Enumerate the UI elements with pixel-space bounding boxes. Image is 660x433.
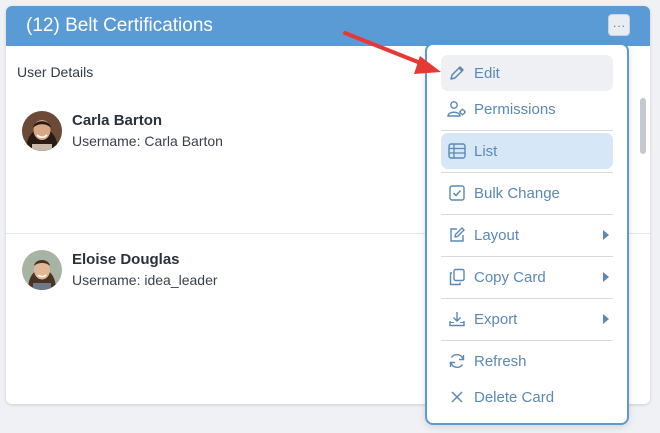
- menu-divider: [441, 298, 613, 299]
- menu-item-label: Refresh: [474, 352, 527, 370]
- menu-item-layout[interactable]: Layout: [441, 217, 613, 253]
- card-header: (12) Belt Certifications ···: [6, 6, 650, 46]
- card-title: (12) Belt Certifications: [26, 15, 213, 36]
- menu-divider: [441, 214, 613, 215]
- menu-divider: [441, 130, 613, 131]
- avatar: [22, 111, 62, 151]
- menu-item-label: Permissions: [474, 100, 556, 118]
- copy-icon: [447, 267, 467, 287]
- user-gear-icon: [447, 99, 467, 119]
- table-icon: [447, 141, 467, 161]
- caret-right-icon: [603, 314, 609, 324]
- caret-right-icon: [603, 272, 609, 282]
- menu-item-label: Bulk Change: [474, 184, 560, 202]
- user-name: Carla Barton: [72, 112, 163, 129]
- menu-item-label: Copy Card: [474, 268, 546, 286]
- menu-item-label: Delete Card: [474, 388, 555, 406]
- menu-item-label: List: [474, 142, 498, 160]
- menu-item-label: Export: [474, 310, 518, 328]
- menu-divider: [441, 340, 613, 341]
- menu-item-edit[interactable]: Edit: [441, 55, 613, 91]
- page: (12) Belt Certifications ··· User Detail…: [0, 0, 660, 433]
- menu-item-bulk-change[interactable]: Bulk Change: [441, 175, 613, 211]
- user-username: Username: Carla Barton: [72, 133, 223, 149]
- menu-item-copy-card[interactable]: Copy Card: [441, 259, 613, 295]
- card-more-button[interactable]: ···: [608, 14, 630, 36]
- section-label: User Details: [17, 64, 94, 80]
- close-icon: [447, 387, 467, 407]
- card-options-menu: Edit Permissions List Bulk Change Layout…: [425, 43, 629, 425]
- menu-item-list[interactable]: List: [441, 133, 613, 169]
- user-username: Username: idea_leader: [72, 272, 218, 288]
- menu-item-refresh[interactable]: Refresh: [441, 343, 613, 379]
- caret-right-icon: [603, 230, 609, 240]
- scrollbar[interactable]: [640, 98, 646, 154]
- menu-divider: [441, 172, 613, 173]
- menu-divider: [441, 256, 613, 257]
- menu-item-delete-card[interactable]: Delete Card: [441, 379, 613, 415]
- download-tray-icon: [447, 309, 467, 329]
- menu-item-export[interactable]: Export: [441, 301, 613, 337]
- menu-item-label: Layout: [474, 226, 520, 244]
- menu-item-permissions[interactable]: Permissions: [441, 91, 613, 127]
- more-icon: ···: [612, 17, 626, 33]
- user-name: Eloise Douglas: [72, 251, 180, 268]
- pencil-icon: [447, 63, 467, 83]
- menu-item-label: Edit: [474, 64, 500, 82]
- edit-square-icon: [447, 225, 467, 245]
- avatar: [22, 250, 62, 290]
- checkbox-icon: [447, 183, 467, 203]
- refresh-icon: [447, 351, 467, 371]
